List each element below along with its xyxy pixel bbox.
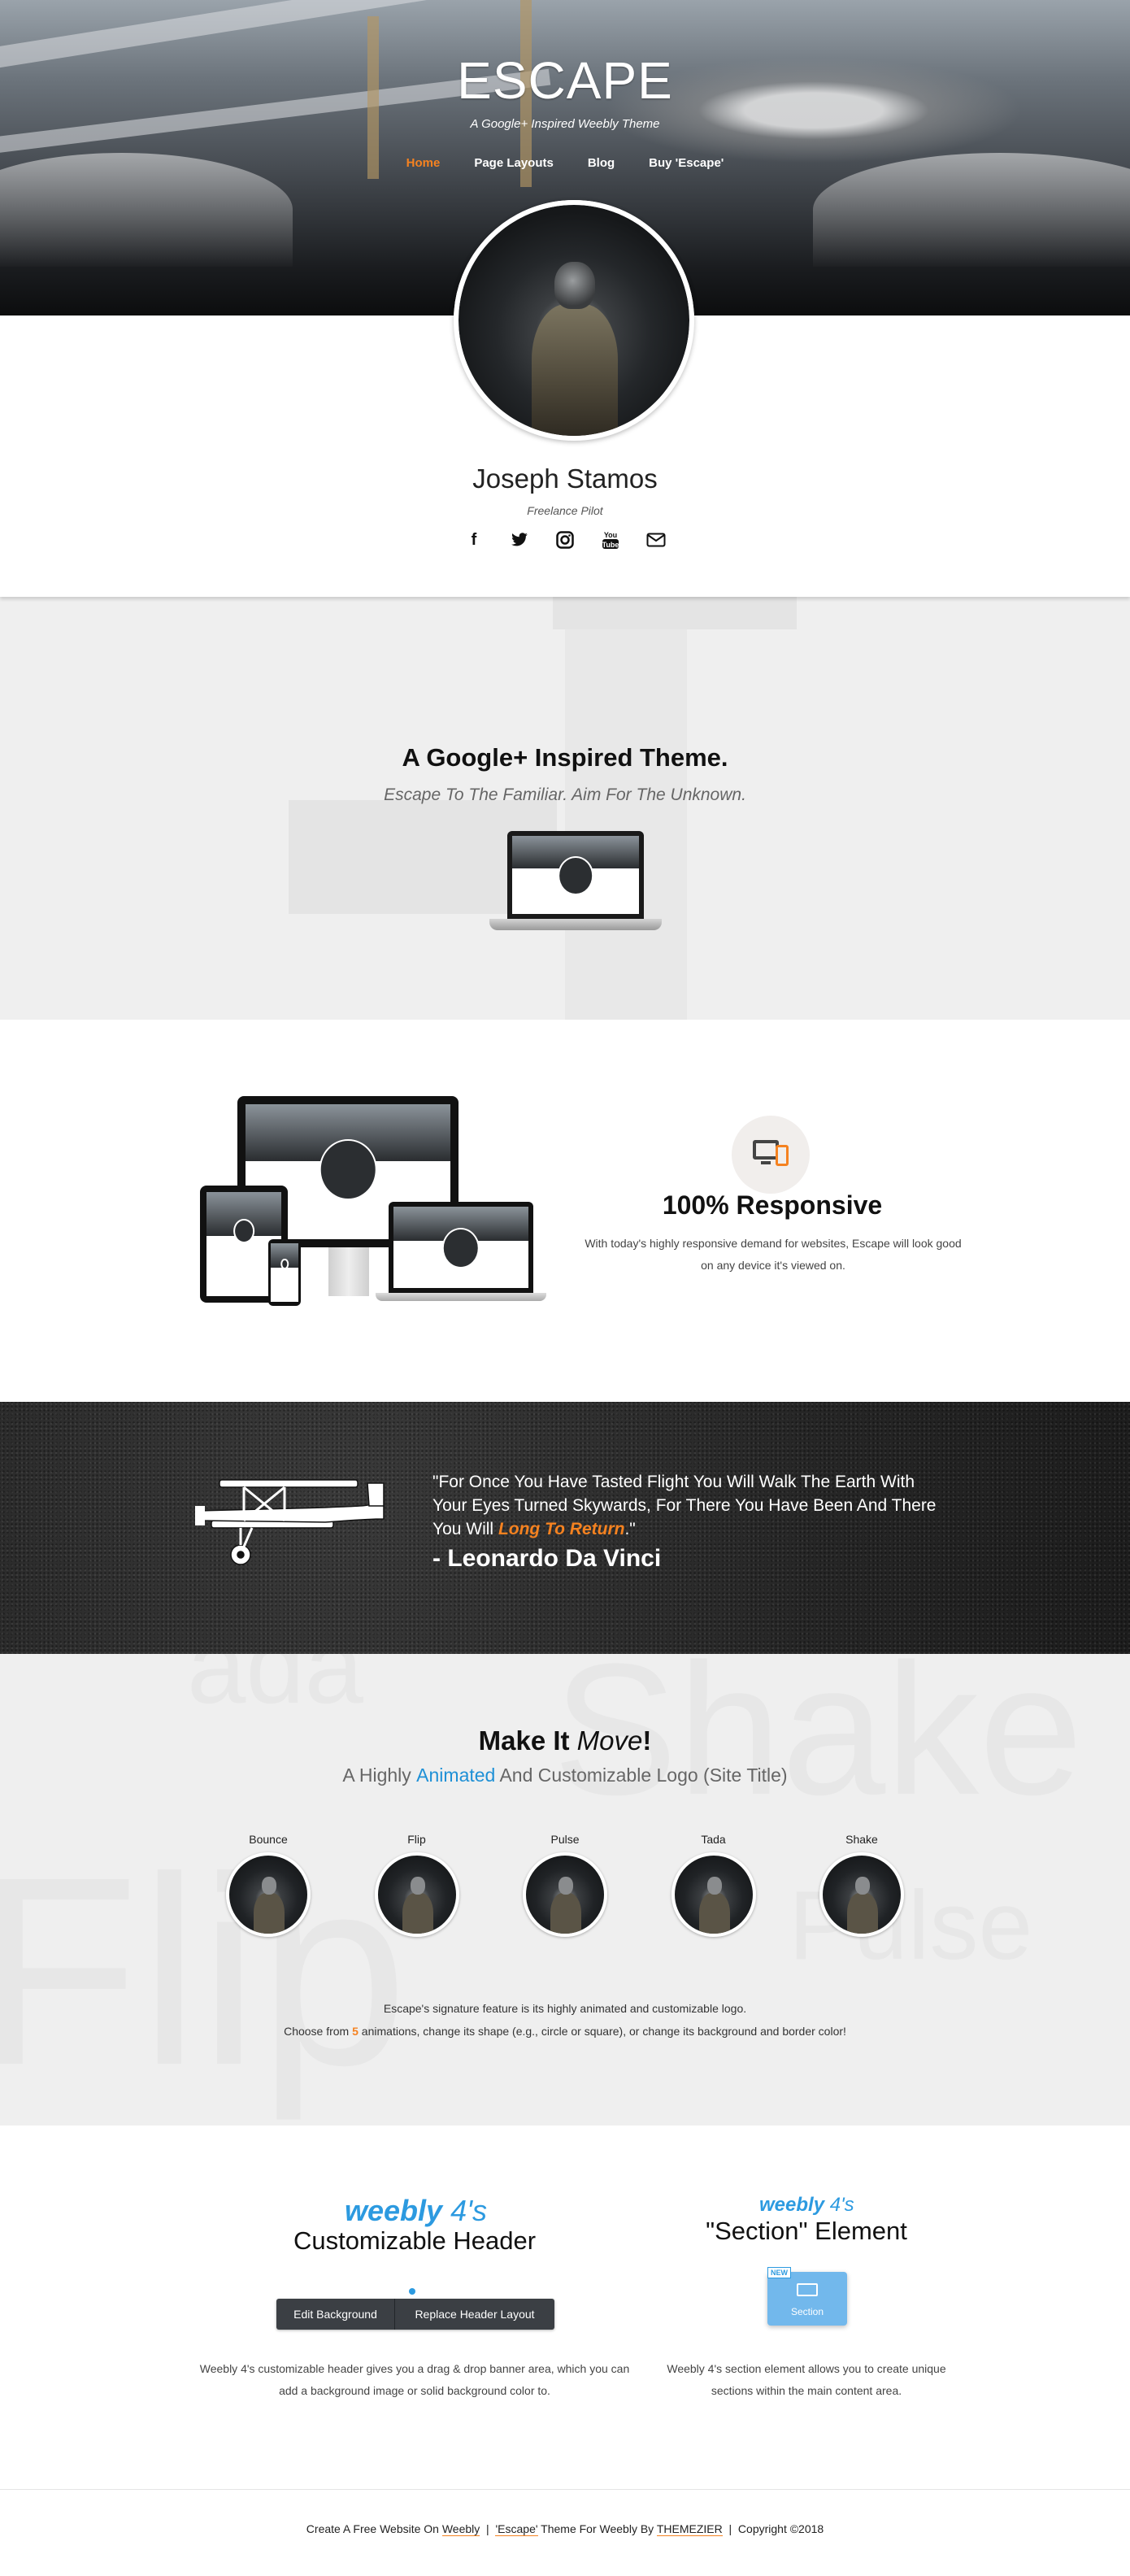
header-banner: ESCAPE A Google+ Inspired Weebly Theme H… (0, 0, 1130, 315)
svg-text:Tube: Tube (602, 541, 619, 549)
animation-label: Shake (845, 1833, 878, 1846)
site-title[interactable]: ESCAPE (0, 50, 1130, 111)
snow-hill (0, 153, 293, 267)
section-element-text: Weebly 4's section element allows you to… (667, 2362, 946, 2397)
profile-section: Joseph Stamos Freelance Pilot f You Tube (0, 200, 1130, 597)
pilot-figure (532, 304, 618, 436)
weebly-features-section: weebly 4's Customizable Header Edit Back… (0, 2126, 1130, 2490)
quote-text: "For Once You Have Tasted Flight You Wil… (432, 1473, 937, 1538)
responsive-section: 100% Responsive With today's highly resp… (0, 1020, 1130, 1402)
handle-dot (409, 2288, 415, 2295)
animation-avatar[interactable] (374, 1852, 459, 1937)
quote-highlight: Long To Return (498, 1520, 625, 1538)
nav-page-layouts[interactable]: Page Layouts (474, 156, 554, 170)
devices-mockup (198, 1096, 556, 1316)
header-editor-buttons: Edit Background Replace Header Layout (276, 2299, 554, 2330)
quote-section: "For Once You Have Tasted Flight You Wil… (0, 1402, 1130, 1654)
biplane-icon (195, 1479, 385, 1565)
section-element-label: Section (790, 2306, 824, 2317)
animation-shake[interactable]: Shake (813, 1833, 911, 1937)
customizable-header-text: Weebly 4's customizable header gives you… (199, 2362, 630, 2397)
quote-author: - Leonardo Da Vinci (432, 1545, 662, 1572)
facebook-icon[interactable]: f (464, 529, 484, 551)
animations-subtitle: A Highly Animated And Customizable Logo … (342, 1764, 788, 1786)
animation-label: Pulse (550, 1833, 580, 1846)
bg-decoration (565, 597, 687, 1020)
animation-bounce[interactable]: Bounce (219, 1833, 317, 1937)
profile-role: Freelance Pilot (527, 504, 603, 517)
replace-header-layout-button[interactable]: Replace Header Layout (395, 2299, 554, 2330)
animation-avatar[interactable] (671, 1852, 756, 1937)
mail-icon[interactable] (646, 529, 666, 551)
animation-avatar[interactable] (226, 1852, 311, 1937)
main-nav: Home Page Layouts Blog Buy 'Escape' (0, 156, 1130, 170)
customizable-header-title: Customizable Header (293, 2226, 537, 2255)
responsive-title: 100% Responsive (662, 1190, 883, 1220)
animations-section: Shake Flip Pulse ada Make It Move! A Hig… (0, 1654, 1130, 2126)
weebly-logo: weebly 4's (345, 2194, 487, 2227)
intro-subtitle: Escape To The Familiar. Aim For The Unkn… (384, 785, 746, 804)
profile-name: Joseph Stamos (472, 463, 658, 494)
animation-label: Flip (407, 1833, 426, 1846)
animation-tada[interactable]: Tada (665, 1833, 763, 1937)
animation-pulse[interactable]: Pulse (516, 1833, 614, 1937)
escape-theme-link[interactable]: 'Escape' (495, 2522, 538, 2536)
section-element-tile[interactable]: NEW Section (767, 2267, 847, 2326)
weebly-link[interactable]: Weebly (441, 2522, 480, 2536)
animations-title: Make It Move! (478, 1725, 652, 1756)
new-badge: NEW (767, 2267, 791, 2278)
animation-flip[interactable]: Flip (368, 1833, 466, 1937)
animations-description-2: Choose from 5 animations, change its sha… (284, 2025, 846, 2038)
social-links: f You Tube (0, 529, 1130, 551)
twitter-icon[interactable] (510, 529, 529, 551)
section-element-title: "Section" Element (706, 2217, 907, 2245)
pilot-head (554, 262, 595, 309)
intro-section: A Google+ Inspired Theme. Escape To The … (0, 597, 1130, 1020)
copyright: Copyright ©2018 (737, 2522, 824, 2535)
nav-blog[interactable]: Blog (588, 156, 615, 170)
instagram-icon[interactable] (555, 529, 575, 551)
weebly-logo: weebly 4's (759, 2194, 854, 2216)
responsive-text: With today's highly responsive demand fo… (585, 1237, 962, 1272)
animation-avatar[interactable] (819, 1852, 904, 1937)
footer: Create A Free Website On Weebly | 'Escap… (0, 2490, 1130, 2576)
site-tagline: A Google+ Inspired Weebly Theme (470, 117, 660, 131)
desktop-stand (328, 1247, 369, 1296)
laptop-mockup (376, 1202, 546, 1306)
snow-hill (813, 153, 1130, 267)
edit-background-button[interactable]: Edit Background (276, 2299, 395, 2330)
laptop-mockup (489, 831, 662, 940)
avatar-image (459, 205, 689, 315)
phone-mockup (268, 1239, 301, 1306)
svg-text:You: You (604, 531, 617, 539)
animation-avatar[interactable] (523, 1852, 607, 1937)
bg-word: ada (187, 1654, 363, 1725)
nav-home[interactable]: Home (406, 156, 441, 170)
animation-label: Bounce (249, 1833, 288, 1846)
bg-decoration (553, 597, 797, 629)
animation-demos: Bounce Flip Pulse Tada Shake (219, 1833, 911, 1937)
profile-avatar (454, 200, 694, 315)
footer-text: Create A Free Website On Weebly | 'Escap… (306, 2522, 824, 2536)
animation-label: Tada (701, 1833, 726, 1846)
section-icon (797, 2283, 818, 2296)
responsive-devices-icon (732, 1116, 810, 1194)
nav-buy-escape[interactable]: Buy 'Escape' (649, 156, 724, 170)
youtube-icon[interactable]: You Tube (601, 529, 620, 551)
themezier-link[interactable]: THEMEZIER (656, 2522, 723, 2536)
animations-description: Escape's signature feature is its highly… (383, 2002, 747, 2015)
intro-title: A Google+ Inspired Theme. (402, 743, 728, 772)
